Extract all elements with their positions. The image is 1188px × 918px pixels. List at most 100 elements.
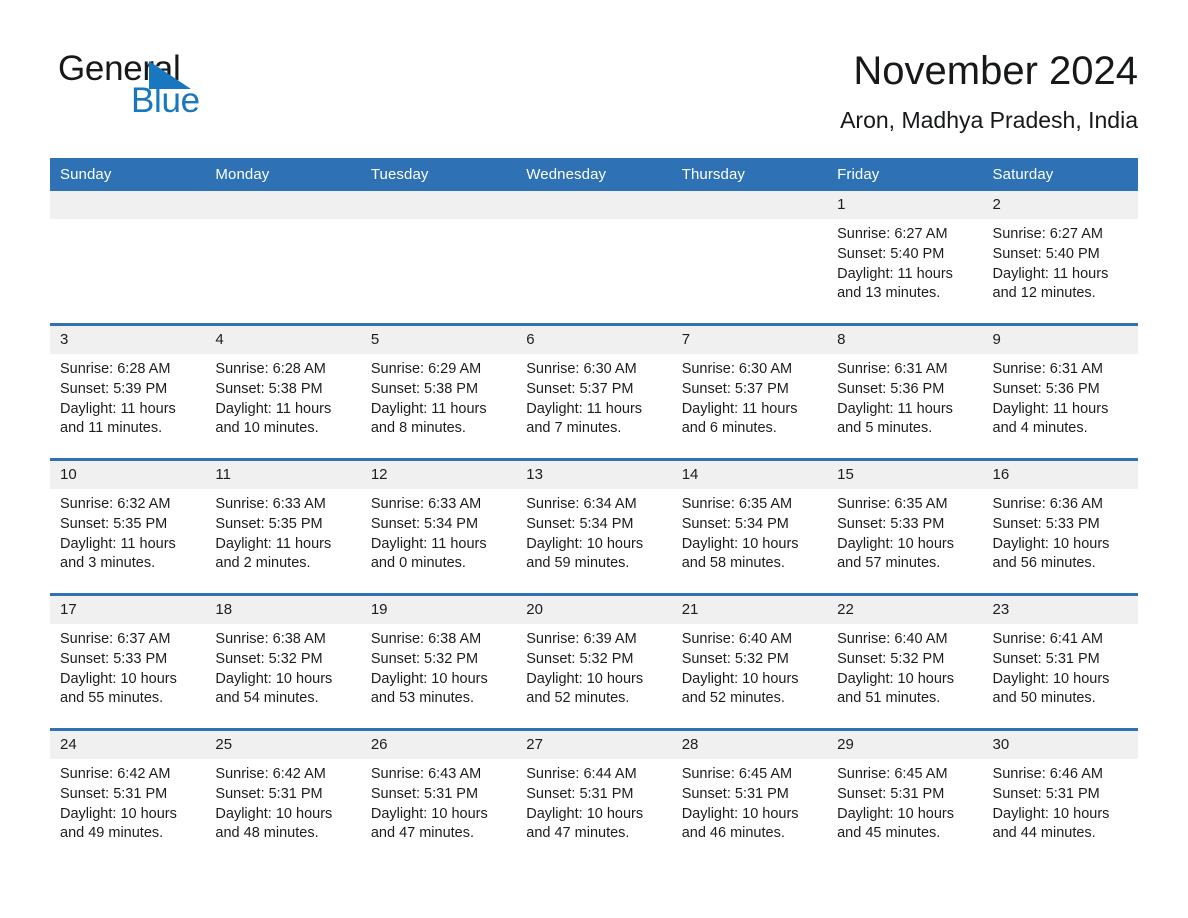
- sunset-text: Sunset: 5:40 PM: [837, 245, 945, 262]
- sunset-text: Sunset: 5:39 PM: [60, 380, 168, 397]
- sunrise-text: Sunrise: 6:44 AM: [526, 766, 637, 782]
- sunrise-text: Sunrise: 6:28 AM: [215, 361, 326, 377]
- day-cell[interactable]: 1 Sunrise: 6:27 AM Sunset: 5:40 PM Daylight…: [827, 191, 983, 325]
- calendar-week-row: 10 Sunrise: 6:32 AM Sunset: 5:35 PM Dayligh…: [50, 458, 1138, 595]
- day-cell[interactable]: 15 Sunrise: 6:35 AM Sunset: 5:33 PM Dayligh…: [827, 458, 983, 595]
- day-cell[interactable]: 9 Sunrise: 6:31 AM Sunset: 5:36 PM Daylight…: [982, 323, 1138, 460]
- daylight-text-line1: Daylight: 11 hours: [992, 265, 1109, 282]
- day-cell[interactable]: 7 Sunrise: 6:30 AM Sunset: 5:37 PM Daylight…: [671, 323, 828, 460]
- day-cell[interactable]: 19 Sunrise: 6:38 AM Sunset: 5:32 PM Dayligh…: [360, 593, 517, 730]
- day-cell[interactable]: 13 Sunrise: 6:34 AM Sunset: 5:34 PM Dayligh…: [516, 458, 672, 595]
- day-cell[interactable]: 20 Sunrise: 6:39 AM Sunset: 5:32 PM Dayligh…: [516, 593, 672, 730]
- sunrise-text: Sunrise: 6:41 AM: [992, 631, 1103, 647]
- day-details: Sunrise: 6:38 AM Sunset: 5:32 PM Daylight:…: [205, 624, 360, 709]
- day-cell[interactable]: 2 Sunrise: 6:27 AM Sunset: 5:40 PM Daylight…: [982, 191, 1138, 325]
- day-cell[interactable]: 12 Sunrise: 6:33 AM Sunset: 5:34 PM Dayligh…: [360, 458, 517, 595]
- sunrise-text: Sunrise: 6:35 AM: [681, 496, 793, 512]
- daylight-text-line1: Daylight: 10 hours: [681, 805, 799, 822]
- sunrise-text: Sunrise: 6:28 AM: [60, 361, 171, 377]
- day-cell[interactable]: [50, 191, 206, 325]
- daylight-text-line2: and 6 minutes.: [681, 420, 777, 437]
- sunrise-text: Sunrise: 6:36 AM: [992, 496, 1103, 512]
- calendar-week-row: 1 Sunrise: 6:27 AM Sunset: 5:40 PM Daylight…: [50, 191, 1138, 325]
- weekday-header-saturday: Saturday: [982, 158, 1138, 191]
- calendar-table: Sunday Monday Tuesday Wednesday Thursday…: [50, 158, 1138, 863]
- daylight-text-line2: and 10 minutes.: [215, 420, 319, 437]
- calendar-week-row: 3 Sunrise: 6:28 AM Sunset: 5:39 PM Daylight…: [50, 323, 1138, 460]
- sunset-text: Sunset: 5:31 PM: [215, 785, 323, 802]
- day-details: Sunrise: 6:35 AM Sunset: 5:33 PM Daylight:…: [827, 489, 982, 574]
- daylight-text-line2: and 49 minutes.: [60, 825, 164, 842]
- day-details: Sunrise: 6:27 AM Sunset: 5:40 PM Daylight:…: [983, 219, 1138, 304]
- day-details: Sunrise: 6:28 AM Sunset: 5:38 PM Daylight:…: [205, 354, 360, 439]
- sunrise-text: Sunrise: 6:40 AM: [681, 631, 793, 647]
- day-cell[interactable]: 18 Sunrise: 6:38 AM Sunset: 5:32 PM Dayligh…: [205, 593, 361, 730]
- day-cell[interactable]: 4 Sunrise: 6:28 AM Sunset: 5:38 PM Daylight…: [205, 323, 361, 460]
- sunset-text: Sunset: 5:32 PM: [837, 650, 945, 667]
- day-cell[interactable]: 16 Sunrise: 6:36 AM Sunset: 5:33 PM Dayligh…: [982, 458, 1138, 595]
- daylight-text-line1: Daylight: 10 hours: [837, 535, 954, 552]
- day-cell[interactable]: [360, 191, 517, 325]
- day-number: 20: [516, 596, 672, 624]
- generalblue-logo[interactable]: General Blue: [58, 50, 318, 125]
- day-cell[interactable]: 21 Sunrise: 6:40 AM Sunset: 5:32 PM Dayligh…: [671, 593, 828, 730]
- day-cell[interactable]: 22 Sunrise: 6:40 AM Sunset: 5:32 PM Dayligh…: [827, 593, 983, 730]
- daylight-text-line1: Daylight: 10 hours: [370, 670, 488, 687]
- daylight-text-line2: and 58 minutes.: [681, 555, 785, 572]
- sunset-text: Sunset: 5:37 PM: [526, 380, 634, 397]
- weekday-header-thursday: Thursday: [671, 158, 828, 191]
- daylight-text-line1: Daylight: 10 hours: [992, 670, 1110, 687]
- day-cell[interactable]: [671, 191, 828, 325]
- sunset-text: Sunset: 5:34 PM: [681, 515, 789, 532]
- daylight-text-line2: and 4 minutes.: [992, 420, 1088, 437]
- sunrise-text: Sunrise: 6:32 AM: [60, 496, 171, 512]
- day-cell[interactable]: 30 Sunrise: 6:46 AM Sunset: 5:31 PM Dayligh…: [982, 728, 1138, 863]
- day-cell[interactable]: 28 Sunrise: 6:45 AM Sunset: 5:31 PM Dayligh…: [671, 728, 828, 863]
- daylight-text-line1: Daylight: 10 hours: [526, 805, 644, 822]
- day-cell[interactable]: 24 Sunrise: 6:42 AM Sunset: 5:31 PM Dayligh…: [50, 728, 206, 863]
- day-cell[interactable]: 6 Sunrise: 6:30 AM Sunset: 5:37 PM Daylight…: [516, 323, 672, 460]
- day-number: 30: [982, 731, 1138, 759]
- day-cell[interactable]: 26 Sunrise: 6:43 AM Sunset: 5:31 PM Dayligh…: [360, 728, 517, 863]
- day-cell[interactable]: 5 Sunrise: 6:29 AM Sunset: 5:38 PM Daylight…: [360, 323, 517, 460]
- daylight-text-line1: Daylight: 11 hours: [215, 400, 332, 417]
- day-number: 6: [516, 326, 672, 354]
- sunrise-text: Sunrise: 6:27 AM: [992, 226, 1103, 242]
- daylight-text-line1: Daylight: 11 hours: [992, 400, 1109, 417]
- day-details: Sunrise: 6:38 AM Sunset: 5:32 PM Daylight:…: [361, 624, 516, 709]
- day-cell[interactable]: 8 Sunrise: 6:31 AM Sunset: 5:36 PM Daylight…: [827, 323, 983, 460]
- day-cell[interactable]: [516, 191, 672, 325]
- day-number: 9: [982, 326, 1138, 354]
- sunrise-text: Sunrise: 6:38 AM: [215, 631, 326, 647]
- calendar-week-row: 24 Sunrise: 6:42 AM Sunset: 5:31 PM Dayligh…: [50, 728, 1138, 863]
- daylight-text-line1: Daylight: 10 hours: [681, 535, 799, 552]
- day-number: 17: [50, 596, 206, 624]
- day-number: 21: [671, 596, 828, 624]
- day-number: 26: [360, 731, 517, 759]
- sunset-text: Sunset: 5:32 PM: [681, 650, 789, 667]
- day-cell[interactable]: 10 Sunrise: 6:32 AM Sunset: 5:35 PM Dayligh…: [50, 458, 206, 595]
- daylight-text-line1: Daylight: 10 hours: [60, 670, 177, 687]
- sunrise-text: Sunrise: 6:30 AM: [681, 361, 793, 377]
- day-number: 15: [827, 461, 983, 489]
- day-cell[interactable]: 27 Sunrise: 6:44 AM Sunset: 5:31 PM Dayligh…: [516, 728, 672, 863]
- day-number: [360, 191, 517, 219]
- page-title: November 2024: [853, 49, 1138, 93]
- day-cell[interactable]: 17 Sunrise: 6:37 AM Sunset: 5:33 PM Dayligh…: [50, 593, 206, 730]
- sunrise-text: Sunrise: 6:34 AM: [526, 496, 637, 512]
- daylight-text-line2: and 51 minutes.: [837, 690, 941, 707]
- day-cell[interactable]: 25 Sunrise: 6:42 AM Sunset: 5:31 PM Dayligh…: [205, 728, 361, 863]
- day-cell[interactable]: 3 Sunrise: 6:28 AM Sunset: 5:39 PM Daylight…: [50, 323, 206, 460]
- day-cell[interactable]: 11 Sunrise: 6:33 AM Sunset: 5:35 PM Dayligh…: [205, 458, 361, 595]
- day-cell[interactable]: 29 Sunrise: 6:45 AM Sunset: 5:31 PM Dayligh…: [827, 728, 983, 863]
- day-details: Sunrise: 6:32 AM Sunset: 5:35 PM Daylight:…: [50, 489, 205, 574]
- daylight-text-line2: and 57 minutes.: [837, 555, 941, 572]
- day-cell[interactable]: [205, 191, 361, 325]
- day-details: Sunrise: 6:30 AM Sunset: 5:37 PM Daylight:…: [672, 354, 827, 439]
- sunset-text: Sunset: 5:33 PM: [60, 650, 168, 667]
- sunrise-text: Sunrise: 6:45 AM: [681, 766, 793, 782]
- day-cell[interactable]: 14 Sunrise: 6:35 AM Sunset: 5:34 PM Dayligh…: [671, 458, 828, 595]
- day-details: Sunrise: 6:27 AM Sunset: 5:40 PM Daylight:…: [827, 219, 982, 304]
- day-cell[interactable]: 23 Sunrise: 6:41 AM Sunset: 5:31 PM Dayligh…: [982, 593, 1138, 730]
- sunrise-text: Sunrise: 6:40 AM: [837, 631, 948, 647]
